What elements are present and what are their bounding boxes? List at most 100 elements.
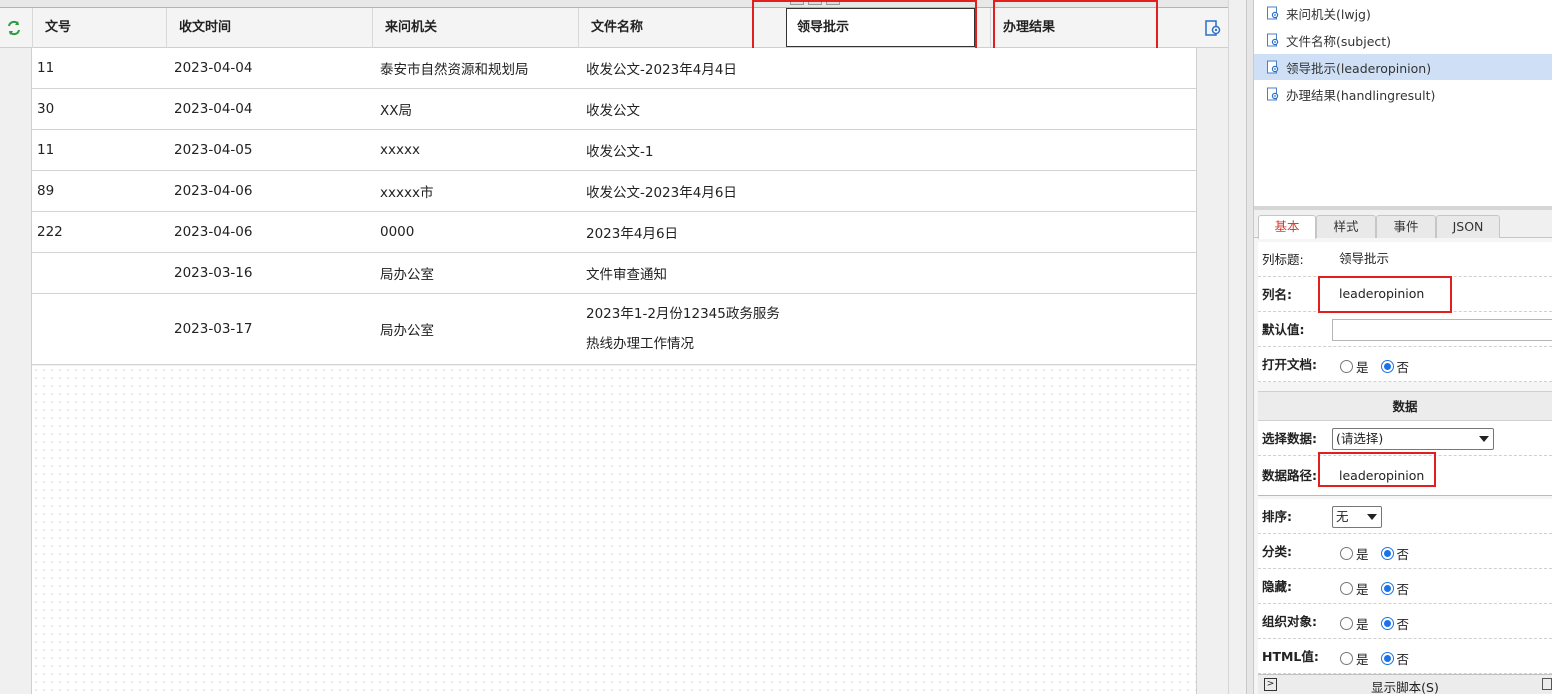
- field-tree: 来问机关(lwjg) 文件名称(subject) 领导批示(leaderopinio…: [1254, 0, 1552, 210]
- field-icon: [1266, 33, 1280, 47]
- select-data-value: (请选择): [1336, 431, 1384, 446]
- cell-receive-date: 2023-03-17: [174, 321, 253, 337]
- open-document-no-radio[interactable]: [1380, 360, 1394, 373]
- grid-header: 文号 收文时间 来问机关 文件名称 办理结果: [0, 8, 1228, 48]
- column-title-label: 列标题:: [1262, 252, 1304, 267]
- cell-sender-org: XX局: [380, 103, 412, 119]
- column-header-leader-opinion-selected[interactable]: 领导批示: [786, 8, 975, 47]
- field-tree-item[interactable]: 来问机关(lwjg): [1254, 0, 1552, 26]
- table-row[interactable]: 89 2023-04-06 xxxxx市 收发公文-2023年4月6日: [32, 171, 1196, 212]
- vertical-scrollbar[interactable]: [1228, 0, 1246, 694]
- group-label: 分类:: [1262, 544, 1292, 559]
- sort-value: 无: [1336, 509, 1349, 524]
- column-mini-toolbar: [790, 0, 854, 5]
- org-object-no-radio[interactable]: [1380, 617, 1394, 630]
- file-name-line: 收发公文: [586, 103, 640, 119]
- field-icon: [1266, 87, 1280, 101]
- tab-style[interactable]: 样式: [1316, 215, 1376, 238]
- cell-doc-number: [37, 253, 167, 293]
- panel-splitter[interactable]: [1246, 0, 1254, 694]
- table-row[interactable]: 2023-03-17 局办公室 2023年1-2月份12345政务服务 热线办理工作情…: [32, 294, 1196, 365]
- file-name-line: 热线办理工作情况: [586, 336, 694, 352]
- cell-file-name: 收发公文-2023年4月4日: [586, 48, 846, 88]
- cell-sender-org: 局办公室: [380, 267, 434, 283]
- table-row[interactable]: 2023-03-16 局办公室 文件审查通知: [32, 253, 1196, 294]
- tab-json[interactable]: JSON: [1436, 215, 1500, 238]
- field-tree-label: 领导批示(leaderopinion): [1286, 60, 1432, 76]
- dock-icon[interactable]: [1542, 678, 1552, 690]
- column-header-file-name[interactable]: 文件名称: [578, 8, 786, 48]
- file-name-line: 文件审查通知: [586, 267, 667, 283]
- row-gutter: [0, 48, 32, 694]
- column-title-value[interactable]: 领导批示: [1336, 249, 1389, 271]
- grid-body: 11 2023-04-04 泰安市自然资源和规划局 收发公文-2023年4月4日 30 2…: [0, 48, 1228, 694]
- column-header-handling-result[interactable]: 办理结果: [990, 8, 1190, 48]
- cell-receive-date: 2023-04-04: [174, 101, 253, 117]
- prop-row-column-name: 列名: leaderopinion: [1258, 277, 1552, 312]
- data-path-input[interactable]: leaderopinion: [1336, 466, 1424, 488]
- cell-file-name: 文件审查通知: [586, 253, 846, 293]
- field-icon: [1266, 6, 1280, 20]
- table-row[interactable]: 11 2023-04-05 xxxxx 收发公文-1: [32, 130, 1196, 171]
- sort-dropdown[interactable]: 无: [1332, 506, 1382, 528]
- column-name-input[interactable]: leaderopinion: [1336, 284, 1424, 306]
- refresh-icon[interactable]: [6, 20, 22, 36]
- prop-row-group: 分类: 是 否: [1258, 534, 1552, 569]
- column-header-receive-date[interactable]: 收文时间: [166, 8, 372, 48]
- prop-row-html-value: HTML值: 是 否: [1258, 639, 1552, 674]
- cell-sender-org: 局办公室: [380, 323, 434, 339]
- field-tree-label: 办理结果(handlingresult): [1286, 87, 1436, 103]
- field-tree-item[interactable]: 办理结果(handlingresult): [1254, 81, 1552, 107]
- mini-toolbar-button[interactable]: [826, 0, 840, 5]
- prop-row-default-value: 默认值:: [1258, 312, 1552, 347]
- cell-sender-org: 泰安市自然资源和规划局: [380, 62, 529, 78]
- cell-receive-date: 2023-03-16: [174, 265, 253, 281]
- tab-events[interactable]: 事件: [1376, 215, 1436, 238]
- sort-label: 排序:: [1262, 509, 1292, 524]
- prop-row-column-title: 列标题: 领导批示: [1258, 242, 1552, 277]
- chevron-down-icon: [1367, 514, 1377, 520]
- select-data-label: 选择数据:: [1262, 431, 1317, 446]
- html-value-no-radio[interactable]: [1380, 652, 1394, 665]
- chevron-down-icon: [1479, 436, 1489, 442]
- hidden-no-radio[interactable]: [1380, 582, 1394, 595]
- org-object-radios: 是 否: [1340, 614, 1421, 633]
- yes-label: 是: [1356, 547, 1369, 562]
- hidden-yes-radio[interactable]: [1340, 582, 1353, 595]
- table-row[interactable]: 30 2023-04-04 XX局 收发公文: [32, 89, 1196, 130]
- show-script-label: 显示脚本(S): [1371, 680, 1439, 694]
- no-label: 否: [1396, 547, 1410, 562]
- cell-file-name: 收发公文: [586, 89, 846, 129]
- table-row[interactable]: 222 2023-04-06 0000 2023年4月6日: [32, 212, 1196, 253]
- prop-row-open-document: 打开文档: 是 否: [1258, 347, 1552, 382]
- grid-rows: 11 2023-04-04 泰安市自然资源和规划局 收发公文-2023年4月4日 30 2…: [32, 48, 1196, 365]
- group-yes-radio[interactable]: [1340, 547, 1353, 560]
- column-header-doc-number[interactable]: 文号: [32, 8, 166, 48]
- property-panel: 基本 样式 事件 JSON 列标题: 领导批示 列名: leaderopinio…: [1254, 210, 1552, 694]
- column-settings-icon[interactable]: [1204, 19, 1222, 37]
- file-name-line: 2023年4月6日: [586, 226, 679, 242]
- html-value-yes-radio[interactable]: [1340, 652, 1353, 665]
- prop-row-select-data: 选择数据: (请选择): [1258, 421, 1552, 456]
- mini-toolbar-button[interactable]: [790, 0, 804, 5]
- cell-doc-number: 30: [37, 101, 55, 117]
- mini-toolbar-button[interactable]: [808, 0, 822, 5]
- open-document-yes-radio[interactable]: [1340, 360, 1353, 373]
- field-tree-item[interactable]: 文件名称(subject): [1254, 27, 1552, 53]
- yes-label: 是: [1356, 582, 1369, 597]
- field-tree-item[interactable]: 领导批示(leaderopinion): [1254, 54, 1552, 80]
- default-value-input[interactable]: [1332, 319, 1552, 341]
- property-tabs: 基本 样式 事件 JSON: [1254, 210, 1552, 239]
- column-name-label: 列名:: [1262, 287, 1292, 302]
- select-data-dropdown[interactable]: (请选择): [1332, 428, 1494, 450]
- group-no-radio[interactable]: [1380, 547, 1394, 560]
- yes-label: 是: [1356, 360, 1369, 375]
- org-object-yes-radio[interactable]: [1340, 617, 1353, 630]
- field-icon: [1266, 60, 1280, 74]
- table-row[interactable]: 11 2023-04-04 泰安市自然资源和规划局 收发公文-2023年4月4日: [32, 48, 1196, 89]
- column-header-sender-org[interactable]: 来问机关: [372, 8, 578, 48]
- prop-row-data-path: 数据路径: leaderopinion: [1258, 456, 1552, 496]
- show-script-bar[interactable]: > 显示脚本(S): [1258, 674, 1552, 694]
- data-path-label: 数据路径:: [1262, 468, 1317, 483]
- tab-basic[interactable]: 基本: [1258, 215, 1316, 239]
